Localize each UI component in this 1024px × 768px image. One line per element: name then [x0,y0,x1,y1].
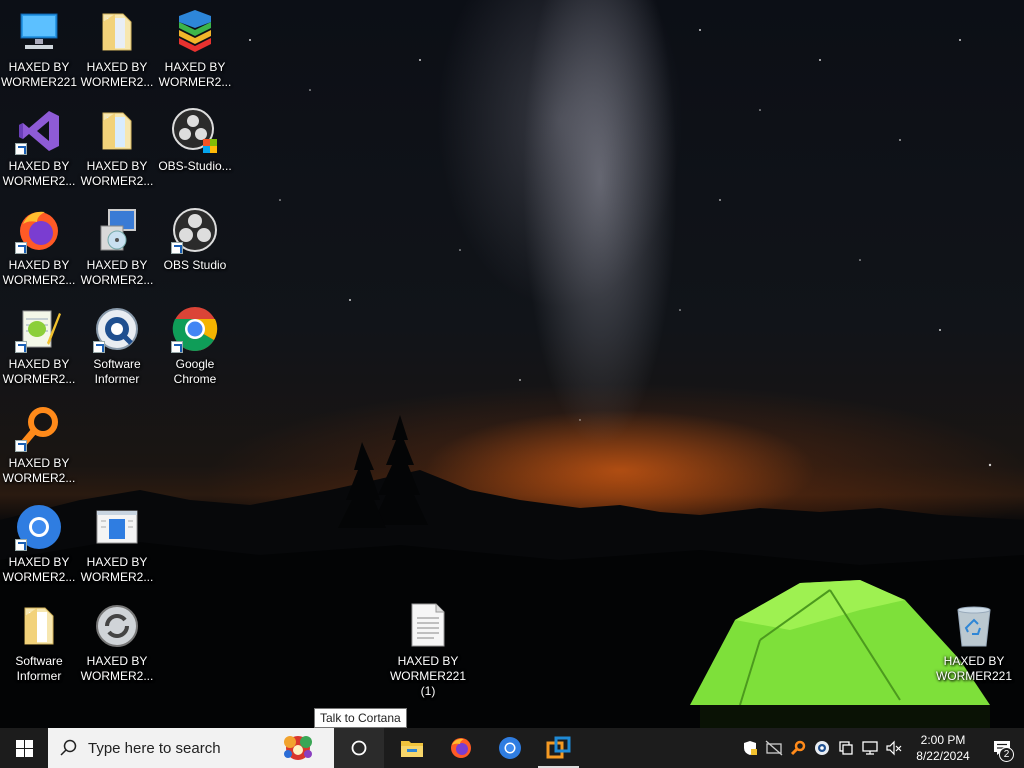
tray-network[interactable] [858,728,882,768]
desktop-icon-obs-studio[interactable]: OBS Studio [158,206,232,273]
start-button[interactable] [0,728,48,768]
search-key-icon [790,740,806,756]
display-icon [839,741,853,755]
cortana-tooltip: Talk to Cortana [314,708,407,728]
firefox-icon [15,206,63,254]
desktop-icon-folder[interactable]: HAXED BY WORMER2... [80,8,154,90]
folder-icon [93,8,141,56]
tray-security[interactable] [738,728,762,768]
shortcut-arrow-icon [171,242,183,254]
shortcut-arrow-icon [171,341,183,353]
chrome-icon [171,305,219,353]
folder-icon [93,107,141,155]
system-tray: 2:00 PM 8/22/2024 2 [738,728,1024,768]
network-icon [862,741,878,755]
taskbar-virtualbox[interactable] [534,728,583,768]
tray-display[interactable] [834,728,858,768]
installer-icon [93,206,141,254]
taskbar: Type here to search 2:00 PM 8/22/2024 2 [0,728,1024,768]
tray-software-informer[interactable] [810,728,834,768]
search-placeholder: Type here to search [88,739,221,757]
software-informer-icon [815,741,829,755]
desktop-icon-chromium[interactable]: HAXED BY WORMER2... [2,503,76,585]
desktop-icon-software-informer[interactable]: Software Informer [80,305,154,387]
desktop-icon-installer[interactable]: HAXED BY WORMER2... [80,206,154,288]
taskbar-clock[interactable]: 2:00 PM 8/22/2024 [906,732,980,764]
cortana-button[interactable] [334,728,384,768]
recycle-bin-icon [950,602,998,650]
search-highlight-icon [284,736,312,760]
desktop-icon-folder-2[interactable]: HAXED BY WORMER2... [80,107,154,189]
desktop-icon-google-chrome[interactable]: Google Chrome [158,305,232,387]
desktop-icon-obs-installer[interactable]: OBS-Studio... [158,107,232,174]
software-informer-icon [93,305,141,353]
visual-studio-icon [15,107,63,155]
desktop-icon-text-file[interactable]: HAXED BY WORMER221 (1) [390,602,466,699]
tray-hidden-network[interactable] [762,728,786,768]
tray-volume[interactable] [882,728,906,768]
hidden-network-icon [765,740,783,756]
clock-time: 2:00 PM [920,733,966,747]
notepad-plus-plus-icon [15,305,63,353]
desktop-icon-sync-app[interactable]: HAXED BY WORMER2... [80,602,154,684]
security-shield-icon [744,741,757,755]
desktop-icon-software-informer-folder[interactable]: Software Informer [2,602,76,684]
window-app-icon [93,503,141,551]
shortcut-arrow-icon [15,242,27,254]
desktop-icon-this-pc[interactable]: HAXED BY WORMER221 [1,8,77,90]
file-explorer-icon [400,741,423,757]
search-icon [60,739,77,756]
shortcut-arrow-icon [15,539,27,551]
chromium-icon [498,737,521,759]
cortana-icon [351,740,367,756]
windows-logo-icon [15,739,33,757]
desktop-icon-recycle-bin[interactable]: HAXED BY WORMER221 [936,602,1012,684]
desktop-icon-notepad-plus-plus[interactable]: HAXED BY WORMER2... [2,305,76,387]
desktop-icon-window-app[interactable]: HAXED BY WORMER2... [80,503,154,585]
shortcut-arrow-icon [15,341,27,353]
volume-muted-icon [886,740,902,756]
shortcut-arrow-icon [15,143,27,155]
taskbar-file-explorer[interactable] [387,728,436,768]
obs-installer-icon [171,107,219,155]
search-key-icon [15,404,63,452]
desktop-icon-bluestacks[interactable]: HAXED BY WORMER2... [158,8,232,90]
obs-icon [171,206,219,254]
chromium-icon [15,503,63,551]
shortcut-arrow-icon [93,341,105,353]
taskbar-chromium[interactable] [485,728,534,768]
text-file-icon [404,602,452,650]
desktop-icon-search-key[interactable]: HAXED BY WORMER2... [2,404,76,486]
tray-search-key[interactable] [786,728,810,768]
desktop-icon-firefox[interactable]: HAXED BY WORMER2... [2,206,76,288]
notification-count-badge: 2 [999,747,1014,762]
desktop-icon-visual-studio[interactable]: HAXED BY WORMER2... [2,107,76,189]
taskbar-firefox[interactable] [436,728,485,768]
taskbar-search-box[interactable]: Type here to search [48,728,334,768]
bluestacks-icon [171,8,219,56]
firefox-icon [450,738,471,758]
shortcut-arrow-icon [15,440,27,452]
folder-icon [15,602,63,650]
virtualbox-icon [546,736,570,759]
action-center-button[interactable]: 2 [980,728,1024,768]
sync-app-icon [93,602,141,650]
clock-date: 8/22/2024 [916,749,970,763]
this-pc-icon [15,8,63,56]
